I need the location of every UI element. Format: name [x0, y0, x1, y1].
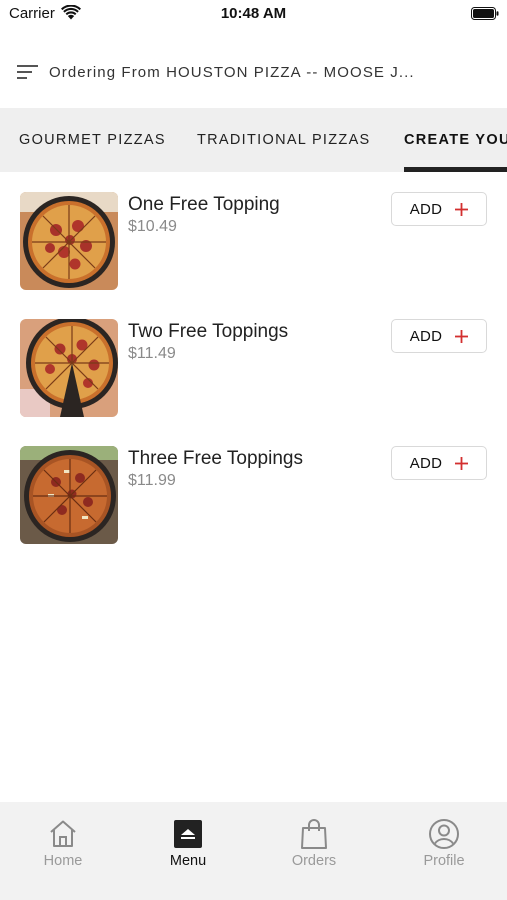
home-icon	[50, 820, 76, 847]
nav-home[interactable]: Home	[0, 802, 126, 900]
nav-orders[interactable]: Orders	[251, 802, 377, 900]
app-header: Ordering From HOUSTON PIZZA -- MOOSE J..…	[0, 50, 507, 96]
status-bar: Carrier 10:48 AM	[0, 0, 507, 30]
add-button-label: ADD	[409, 327, 443, 345]
product-item[interactable]: One Free Topping $10.49 ADD	[0, 172, 507, 290]
add-button-label: ADD	[409, 454, 443, 472]
tab-traditional-pizzas[interactable]: TRADITIONAL PIZZAS	[197, 108, 371, 172]
deep-dish-pizza-image	[20, 446, 118, 544]
product-price: $11.49	[128, 345, 176, 362]
nav-menu-label: Menu	[169, 853, 207, 869]
hamburger-menu-icon[interactable]	[17, 63, 39, 81]
plus-icon	[455, 329, 469, 343]
bottom-navigation: Home Menu Orders Profile	[0, 802, 507, 900]
tab-create-your-own[interactable]: CREATE YOUR OWN	[404, 108, 507, 172]
shopping-bag-icon	[301, 819, 327, 849]
plus-icon	[455, 456, 469, 470]
category-tabs: GOURMET PIZZAS TRADITIONAL PIZZAS CREATE…	[0, 108, 507, 172]
product-item[interactable]: Three Free Toppings $11.99 ADD	[0, 426, 507, 544]
nav-profile[interactable]: Profile	[381, 802, 507, 900]
add-button[interactable]: ADD	[391, 319, 487, 353]
nav-orders-label: Orders	[291, 853, 337, 869]
product-name: One Free Topping	[128, 194, 280, 215]
product-name: Two Free Toppings	[128, 321, 289, 342]
nav-profile-label: Profile	[423, 853, 465, 869]
add-button-label: ADD	[409, 200, 443, 218]
product-item[interactable]: Two Free Toppings $11.49 ADD	[0, 299, 507, 417]
sliced-pizza-image	[20, 319, 118, 417]
plus-icon	[455, 202, 469, 216]
status-time: 10:48 AM	[220, 5, 287, 22]
battery-icon	[471, 7, 499, 20]
nav-menu[interactable]: Menu	[125, 802, 251, 900]
tab-gourmet-pizzas[interactable]: GOURMET PIZZAS	[19, 108, 166, 172]
profile-icon	[429, 819, 459, 849]
product-price: $11.99	[128, 472, 176, 489]
ordering-location-title[interactable]: Ordering From HOUSTON PIZZA -- MOOSE J..…	[49, 64, 415, 81]
nav-home-label: Home	[43, 853, 83, 869]
add-button[interactable]: ADD	[391, 446, 487, 480]
pepperoni-pizza-image	[20, 192, 118, 290]
product-name: Three Free Toppings	[128, 448, 303, 469]
menu-book-icon	[174, 820, 202, 848]
product-price: $10.49	[128, 218, 177, 235]
add-button[interactable]: ADD	[391, 192, 487, 226]
